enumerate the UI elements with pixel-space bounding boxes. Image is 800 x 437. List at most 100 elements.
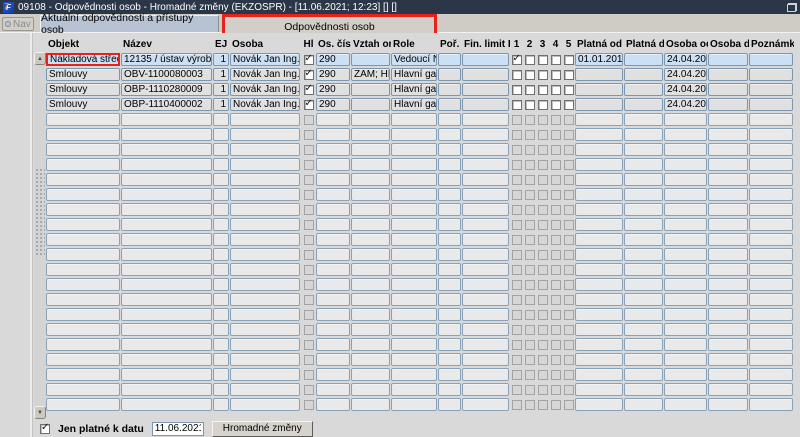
c1-checkbox[interactable] [511, 84, 522, 95]
c2-checkbox[interactable] [524, 99, 535, 110]
c5-checkbox[interactable] [563, 54, 574, 65]
c1-checkbox[interactable] [511, 99, 522, 110]
poznamka-cell[interactable] [749, 98, 793, 111]
only-valid-checkbox[interactable] [40, 422, 50, 434]
objekt-cell[interactable]: Smlouvy [46, 98, 120, 111]
fin_limit-cell[interactable] [462, 68, 509, 81]
platna_do-cell [624, 128, 663, 141]
role-cell[interactable]: Vedoucí NS [391, 53, 437, 66]
osoba_do-cell[interactable] [708, 83, 748, 96]
platna_od-cell[interactable] [575, 68, 623, 81]
ej-cell [213, 128, 229, 141]
c2-checkbox[interactable] [524, 54, 535, 65]
fin_limit-cell[interactable] [462, 53, 509, 66]
ej-cell [213, 353, 229, 366]
platna_od-cell[interactable] [575, 98, 623, 111]
por-cell[interactable] [438, 83, 461, 96]
ej-cell[interactable]: 1 [213, 68, 229, 81]
restore-window-icon[interactable] [787, 2, 797, 12]
vztah_org-cell[interactable] [351, 83, 390, 96]
nazev-cell [121, 143, 212, 156]
c4-checkbox[interactable] [550, 54, 561, 65]
por-cell[interactable] [438, 53, 461, 66]
hl-checkbox[interactable] [303, 98, 314, 110]
column-header-osoba_do: Osoba do [710, 39, 749, 50]
os_cislo-cell[interactable]: 290 [316, 83, 350, 96]
osoba-cell[interactable]: Novák Jan Ing. [230, 53, 300, 66]
platna_od-cell[interactable] [575, 83, 623, 96]
nazev-cell[interactable]: 12135 / ústav výrobních s [121, 53, 212, 66]
poznamka-cell[interactable] [749, 68, 793, 81]
poznamka-cell[interactable] [749, 83, 793, 96]
hl-checkbox[interactable] [303, 53, 314, 65]
os_cislo-cell[interactable]: 290 [316, 98, 350, 111]
por-cell[interactable] [438, 98, 461, 111]
osoba_do-cell[interactable] [708, 98, 748, 111]
hl-checkbox[interactable] [303, 83, 314, 95]
osoba-cell[interactable]: Novák Jan Ing. [230, 68, 300, 81]
c2-checkbox[interactable] [524, 84, 535, 95]
objekt-cell[interactable]: Smlouvy [46, 83, 120, 96]
c5-checkbox[interactable] [563, 69, 574, 80]
vztah_org-cell[interactable] [351, 53, 390, 66]
c3-checkbox[interactable] [537, 69, 548, 80]
platna_do-cell[interactable] [624, 83, 663, 96]
por-cell[interactable] [438, 68, 461, 81]
osoba-cell[interactable]: Novák Jan Ing. [230, 98, 300, 111]
scrollbar-thumb[interactable] [35, 168, 45, 256]
nav-panel-tab[interactable]: Nav [2, 17, 34, 31]
vertical-scrollbar[interactable]: ▲ ▼ [34, 52, 46, 419]
poznamka-cell [749, 383, 793, 396]
nazev-cell[interactable]: OBV-1100080003 [121, 68, 212, 81]
poznamka-cell[interactable] [749, 53, 793, 66]
vztah_org-cell [351, 398, 390, 411]
c3-checkbox[interactable] [537, 84, 548, 95]
c3-checkbox[interactable] [537, 99, 548, 110]
osoba_od-cell[interactable]: 24.04.2014 [664, 83, 707, 96]
platna_od-cell[interactable]: 01.01.2014 [575, 53, 623, 66]
hl-checkbox[interactable] [303, 68, 314, 80]
role-cell[interactable]: Hlavní garant [391, 68, 437, 81]
vztah_org-cell[interactable] [351, 98, 390, 111]
objekt-cell[interactable]: Nákladová střediska [46, 53, 120, 66]
c1-checkbox[interactable] [511, 53, 522, 65]
platna_do-cell[interactable] [624, 98, 663, 111]
bulk-changes-button[interactable]: Hromadné změny [211, 420, 313, 437]
valid-date-input[interactable] [151, 421, 204, 436]
hl-checkbox [303, 189, 314, 200]
nazev-cell[interactable]: OBP-1110400002 [121, 98, 212, 111]
tab-aktualni-odpovednosti[interactable]: Aktuální odpovědnosti a přístupy osob [40, 12, 219, 36]
c5-checkbox[interactable] [563, 84, 574, 95]
os_cislo-cell[interactable]: 290 [316, 68, 350, 81]
osoba-cell[interactable]: Novák Jan Ing. [230, 83, 300, 96]
column-header-vztah_org: Vztah org. [353, 39, 391, 50]
role-cell[interactable]: Hlavní garant [391, 98, 437, 111]
osoba_od-cell[interactable]: 24.04.2014 [664, 98, 707, 111]
role-cell[interactable]: Hlavní garant [391, 83, 437, 96]
platna_do-cell[interactable] [624, 68, 663, 81]
osoba_od-cell[interactable]: 24.04.2014 [664, 53, 707, 66]
ej-cell[interactable]: 1 [213, 98, 229, 111]
platna_do-cell[interactable] [624, 53, 663, 66]
ej-cell [213, 383, 229, 396]
scroll-up-button[interactable]: ▲ [34, 52, 46, 65]
osoba_do-cell[interactable] [708, 68, 748, 81]
ej-cell[interactable]: 1 [213, 83, 229, 96]
c4-checkbox[interactable] [550, 99, 561, 110]
nazev-cell[interactable]: OBP-1110280009 [121, 83, 212, 96]
fin_limit-cell[interactable] [462, 98, 509, 111]
c3-checkbox[interactable] [537, 54, 548, 65]
c4-checkbox[interactable] [550, 84, 561, 95]
vztah_org-cell[interactable]: ZAM; HPP; [351, 68, 390, 81]
c5-checkbox[interactable] [563, 99, 574, 110]
objekt-cell[interactable]: Smlouvy [46, 68, 120, 81]
c4-checkbox[interactable] [550, 69, 561, 80]
osoba_do-cell[interactable] [708, 53, 748, 66]
os_cislo-cell[interactable]: 290 [316, 53, 350, 66]
osoba_od-cell[interactable]: 24.04.2014 [664, 68, 707, 81]
c2-checkbox[interactable] [524, 69, 535, 80]
fin_limit-cell[interactable] [462, 83, 509, 96]
ej-cell[interactable]: 1 [213, 53, 229, 66]
c1-checkbox[interactable] [511, 69, 522, 80]
scroll-down-button[interactable]: ▼ [34, 406, 46, 419]
